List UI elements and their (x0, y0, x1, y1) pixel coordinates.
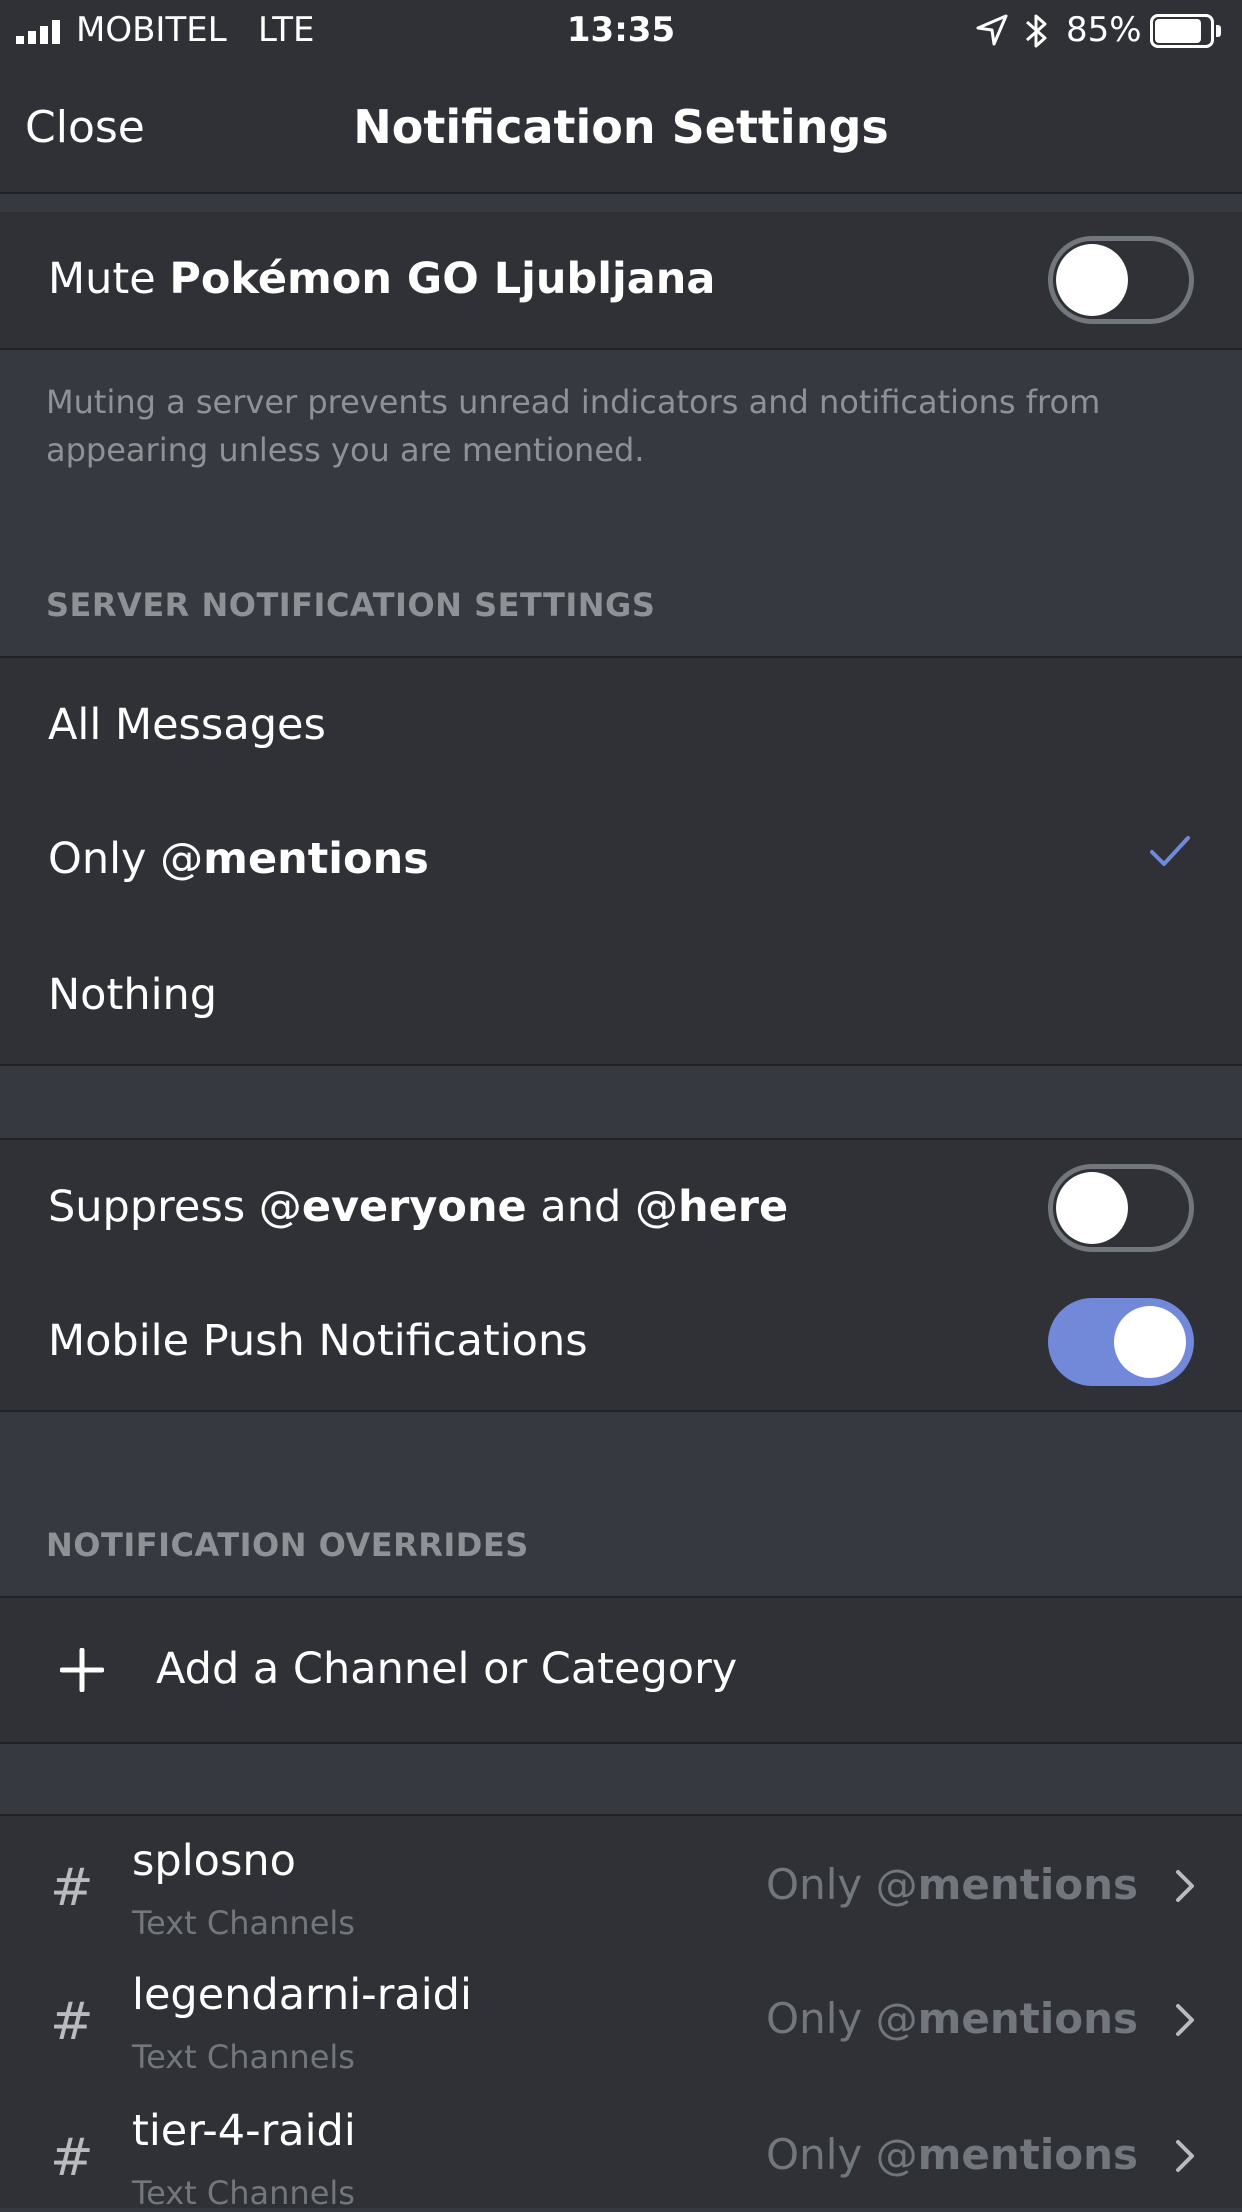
battery-fill (1155, 19, 1201, 43)
hash-icon: # (50, 1992, 94, 2052)
plus-icon (60, 1648, 104, 1692)
option-label: All Messages (48, 700, 326, 750)
hash-icon: # (50, 1858, 94, 1918)
option-label: Nothing (48, 970, 218, 1020)
suppress-everyone-row[interactable]: Suppress @everyone and @here (0, 1138, 1242, 1278)
clock: 13:35 (566, 10, 676, 50)
option-all-messages[interactable]: All Messages (0, 656, 1242, 796)
hash-icon: # (50, 2128, 94, 2188)
suppress-toggle[interactable] (1048, 1164, 1194, 1252)
mute-hint: Muting a server prevents unread indicato… (46, 383, 1101, 469)
toggle-knob (1056, 244, 1128, 316)
channel-category: Text Channels (132, 2038, 355, 2076)
status-bar: MOBITEL LTE 13:35 85% (0, 0, 1242, 62)
channel-value: Only @mentions (766, 1860, 1138, 1909)
mute-toggle[interactable] (1048, 236, 1194, 324)
channel-value: Only @mentions (766, 1994, 1138, 2043)
channel-name: legendarni-raidi (132, 1970, 472, 2020)
page-title: Notification Settings (353, 100, 889, 154)
channel-name: splosno (132, 1836, 296, 1886)
channel-name: tier-4-raidi (132, 2106, 356, 2156)
push-toggle[interactable] (1048, 1298, 1194, 1386)
checkmark-icon (1150, 836, 1190, 866)
nav-bar: Close Notification Settings (0, 62, 1242, 194)
option-label: Only @mentions (48, 834, 429, 884)
mobile-push-row[interactable]: Mobile Push Notifications (0, 1274, 1242, 1412)
channel-category: Text Channels (132, 2174, 355, 2212)
toggle-knob (1114, 1306, 1186, 1378)
server-notification-header: SERVER NOTIFICATION SETTINGS (46, 586, 656, 624)
channel-category: Text Channels (132, 1904, 355, 1942)
add-channel-button[interactable]: Add a Channel or Category (0, 1596, 1242, 1744)
chevron-right-icon (1176, 2140, 1194, 2172)
battery-percent: 85% (1066, 10, 1142, 50)
add-channel-label: Add a Channel or Category (156, 1644, 738, 1694)
channel-override-row[interactable]: # splosno Text Channels Only @mentions (0, 1814, 1242, 1954)
notification-overrides-header: NOTIFICATION OVERRIDES (46, 1526, 529, 1564)
channel-override-row[interactable]: # tier-4-raidi Text Channels Only @menti… (0, 2086, 1242, 2212)
bluetooth-icon (1026, 14, 1047, 48)
mute-server-row[interactable]: Mute Pokémon GO Ljubljana (0, 212, 1242, 350)
toggle-knob (1056, 1172, 1128, 1244)
option-nothing[interactable]: Nothing (0, 928, 1242, 1066)
location-icon (976, 14, 1008, 46)
server-name: Pokémon GO Ljubljana (169, 254, 716, 304)
chevron-right-icon (1176, 1870, 1194, 1902)
push-label: Mobile Push Notifications (48, 1316, 588, 1366)
suppress-label: Suppress @everyone and @here (48, 1182, 789, 1232)
option-only-mentions[interactable]: Only @mentions (0, 792, 1242, 930)
mute-label: Mute Pokémon GO Ljubljana (48, 254, 716, 304)
channel-value: Only @mentions (766, 2130, 1138, 2179)
channel-override-row[interactable]: # legendarni-raidi Text Channels Only @m… (0, 1950, 1242, 2088)
chevron-right-icon (1176, 2004, 1194, 2036)
battery-icon (1150, 14, 1224, 48)
